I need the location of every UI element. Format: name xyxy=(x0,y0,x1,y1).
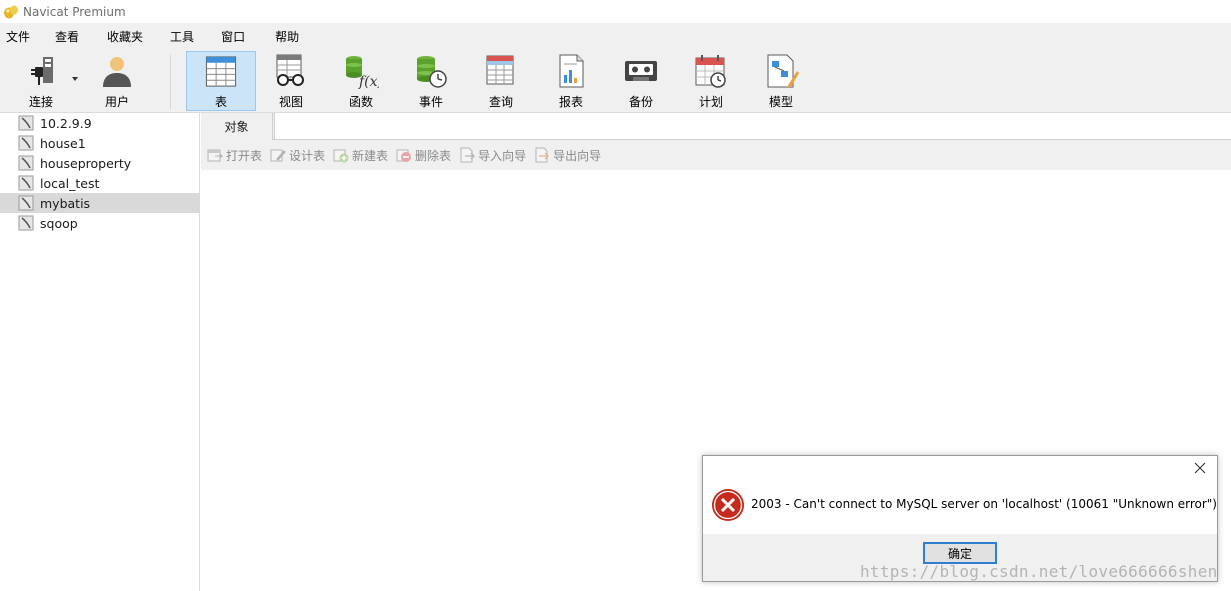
export-wizard-button[interactable]: 导出向导 xyxy=(534,147,601,164)
connection-icon xyxy=(18,115,34,131)
tab-bar-empty-area xyxy=(274,113,1231,139)
import-wizard-button[interactable]: 导入向导 xyxy=(459,147,526,164)
user-icon xyxy=(103,57,131,87)
backup-label: 备份 xyxy=(628,95,653,109)
export-wizard-icon xyxy=(535,147,549,163)
menu-view[interactable]: 查看 xyxy=(55,28,79,45)
new-table-icon xyxy=(333,149,349,163)
svg-text:f(x): f(x) xyxy=(358,74,379,89)
query-label: 查询 xyxy=(488,95,513,109)
plug-connection-icon xyxy=(31,57,53,85)
design-table-button[interactable]: 设计表 xyxy=(270,147,325,164)
connection-name: house1 xyxy=(40,135,86,151)
connection-item-selected[interactable]: mybatis xyxy=(0,193,200,213)
model-button[interactable]: 模型 xyxy=(752,51,810,111)
object-tab-bar: 对象 xyxy=(201,113,1231,140)
report-button[interactable]: 报表 xyxy=(542,51,600,111)
view-label: 视图 xyxy=(278,95,303,109)
navicat-logo-icon xyxy=(4,5,18,18)
menu-file[interactable]: 文件 xyxy=(6,28,30,45)
menu-tools[interactable]: 工具 xyxy=(170,28,194,45)
event-label: 事件 xyxy=(418,95,443,109)
user-label: 用户 xyxy=(104,95,129,109)
menu-bar: 文件 查看 收藏夹 工具 窗口 帮助 xyxy=(0,23,1231,49)
connection-tree: 10.2.9.9 house1 houseproperty local_test… xyxy=(0,113,200,591)
error-message: 2003 - Can't connect to MySQL server on … xyxy=(751,497,1217,511)
query-icon xyxy=(486,55,514,85)
report-chart-icon xyxy=(559,54,584,88)
backup-cassette-icon xyxy=(625,61,657,81)
dialog-titlebar xyxy=(703,456,1217,482)
title-bar: Navicat Premium xyxy=(0,0,1231,23)
close-icon[interactable] xyxy=(1193,461,1207,475)
query-button[interactable]: 查询 xyxy=(472,51,530,111)
open-table-button[interactable]: 打开表 xyxy=(207,147,262,164)
connection-item[interactable]: house1 xyxy=(0,133,200,153)
report-label: 报表 xyxy=(558,95,583,109)
connection-item[interactable]: local_test xyxy=(0,173,200,193)
new-table-button[interactable]: 新建表 xyxy=(333,147,388,164)
object-toolbar: 打开表 设计表 新建表 删除表 导入向导 导出向导 xyxy=(201,140,1231,170)
schedule-label: 计划 xyxy=(698,95,723,109)
open-table-icon xyxy=(207,149,223,162)
menu-window[interactable]: 窗口 xyxy=(221,28,245,45)
view-button[interactable]: 视图 xyxy=(262,51,320,111)
connection-name: sqoop xyxy=(40,215,78,231)
model-diagram-icon xyxy=(767,54,799,88)
function-fx-icon: f(x) xyxy=(346,56,379,89)
user-button[interactable]: 用户 xyxy=(88,51,146,111)
connection-icon xyxy=(18,155,34,171)
design-table-label: 设计表 xyxy=(289,148,326,163)
error-icon xyxy=(712,489,744,521)
connect-button[interactable]: 连接 xyxy=(12,51,70,111)
toolbar-separator xyxy=(170,55,171,109)
connection-icon xyxy=(18,135,34,151)
import-wizard-icon xyxy=(460,147,475,163)
schedule-button[interactable]: 计划 xyxy=(682,51,740,111)
connection-icon xyxy=(18,215,34,231)
tab-objects[interactable]: 对象 xyxy=(201,113,273,140)
connection-icon xyxy=(18,175,34,191)
ok-button[interactable]: 确定 xyxy=(923,542,997,564)
new-table-label: 新建表 xyxy=(352,148,389,163)
design-table-icon xyxy=(270,149,286,162)
schedule-calendar-icon xyxy=(695,55,726,88)
event-button[interactable]: 事件 xyxy=(402,51,460,111)
model-label: 模型 xyxy=(768,95,793,109)
menu-help[interactable]: 帮助 xyxy=(275,28,299,45)
connection-name: local_test xyxy=(40,175,100,191)
connection-item[interactable]: sqoop xyxy=(0,213,200,233)
connection-item[interactable]: houseproperty xyxy=(0,153,200,173)
connect-dropdown-arrow-icon[interactable] xyxy=(72,77,78,81)
function-label: 函数 xyxy=(348,95,373,109)
connection-name: houseproperty xyxy=(40,155,132,171)
watermark: https://blog.csdn.net/love666666shen xyxy=(860,562,1218,581)
window-title: Navicat Premium xyxy=(23,4,126,19)
delete-table-label: 删除表 xyxy=(415,148,452,163)
backup-button[interactable]: 备份 xyxy=(612,51,670,111)
connection-name: mybatis xyxy=(40,195,91,211)
connection-icon xyxy=(18,195,34,211)
delete-table-button[interactable]: 删除表 xyxy=(396,147,451,164)
table-button[interactable]: 表 xyxy=(186,51,256,111)
connection-item[interactable]: 10.2.9.9 xyxy=(0,113,200,133)
function-button[interactable]: f(x) 函数 xyxy=(332,51,390,111)
import-wizard-label: 导入向导 xyxy=(478,148,527,163)
connect-label: 连接 xyxy=(28,95,53,109)
connection-name: 10.2.9.9 xyxy=(40,115,92,131)
view-glasses-icon xyxy=(276,54,304,86)
open-table-label: 打开表 xyxy=(226,148,263,163)
table-icon xyxy=(205,56,237,87)
table-label: 表 xyxy=(214,95,227,109)
event-clock-icon xyxy=(417,56,447,88)
main-toolbar: 连接 用户 表 视图 f(x 函数 事件 查询 报表 备份 计划 模型 xyxy=(0,49,1231,113)
menu-favorites[interactable]: 收藏夹 xyxy=(107,28,143,45)
delete-table-icon xyxy=(396,149,412,162)
export-wizard-label: 导出向导 xyxy=(553,148,602,163)
